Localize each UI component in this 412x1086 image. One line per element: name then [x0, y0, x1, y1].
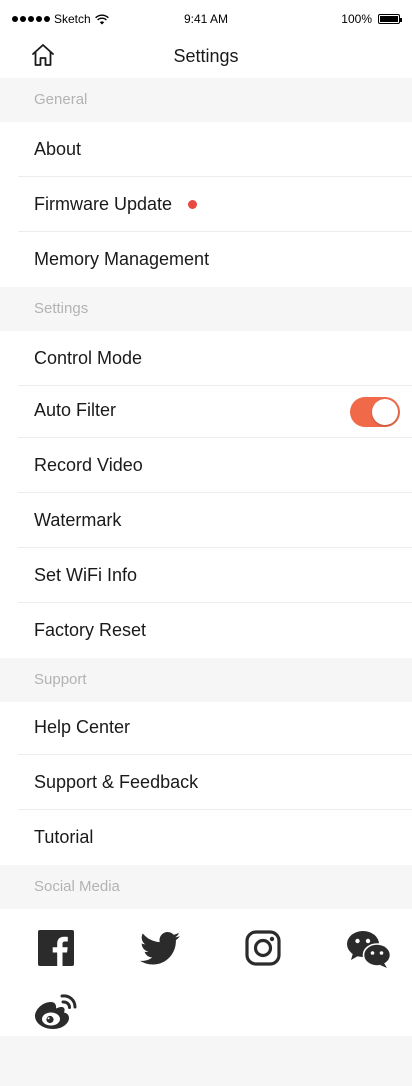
weibo-icon: [35, 994, 77, 1029]
settings-item-firmware-update[interactable]: Firmware Update: [0, 177, 412, 232]
facebook-button[interactable]: [38, 930, 74, 966]
section-header-support: Support: [0, 658, 412, 702]
twitter-button[interactable]: [140, 932, 180, 966]
page-title: Settings: [173, 46, 239, 66]
auto-filter-toggle[interactable]: [350, 397, 400, 427]
settings-screen: Sketch 9:41 AM 100% Settings General Abo…: [0, 0, 412, 1086]
section-header-settings: Settings: [0, 287, 412, 331]
settings-item-watermark[interactable]: Watermark: [0, 493, 412, 548]
settings-item-record-video[interactable]: Record Video: [0, 438, 412, 493]
settings-item-set-wifi-info[interactable]: Set WiFi Info: [0, 548, 412, 603]
settings-item-label: Control Mode: [34, 348, 143, 368]
settings-item-support-feedback[interactable]: Support & Feedback: [0, 755, 412, 810]
settings-item-label: Help Center: [34, 717, 131, 737]
settings-item-memory-management[interactable]: Memory Management: [0, 232, 412, 287]
settings-item-label: Firmware Update: [34, 194, 173, 214]
settings-item-label: Record Video: [34, 455, 143, 475]
battery-status: 100%: [341, 12, 402, 26]
nav-bar: Settings: [0, 36, 412, 76]
settings-item-auto-filter: Auto Filter: [0, 383, 412, 438]
settings-item-help-center[interactable]: Help Center: [0, 700, 412, 755]
instagram-button[interactable]: [245, 930, 281, 966]
settings-item-label: About: [34, 139, 82, 159]
facebook-icon: [38, 930, 74, 966]
settings-item-factory-reset[interactable]: Factory Reset: [0, 603, 412, 658]
settings-item-control-mode[interactable]: Control Mode: [0, 331, 412, 386]
update-badge-dot: [188, 200, 198, 209]
weibo-button[interactable]: [34, 994, 78, 1032]
settings-item-about[interactable]: About: [0, 122, 412, 177]
wechat-button[interactable]: [347, 930, 392, 968]
settings-item-label: Factory Reset: [34, 620, 147, 640]
settings-item-label: Auto Filter: [34, 400, 117, 420]
section-header-social-media: Social Media: [0, 865, 412, 909]
battery-percent: 100%: [341, 12, 372, 26]
battery-icon: [378, 14, 402, 24]
settings-item-label: Watermark: [34, 510, 122, 530]
settings-item-label: Set WiFi Info: [34, 565, 138, 585]
instagram-icon: [245, 930, 281, 966]
twitter-icon: [140, 932, 180, 965]
settings-item-label: Support & Feedback: [34, 772, 199, 792]
section-header-general: General: [0, 78, 412, 122]
settings-item-label: Tutorial: [34, 827, 94, 847]
status-bar: Sketch 9:41 AM 100%: [0, 0, 412, 40]
wechat-icon: [347, 931, 392, 968]
bottom-spacer: [0, 1036, 412, 1086]
settings-item-tutorial[interactable]: Tutorial: [0, 810, 412, 865]
settings-item-label: Memory Management: [34, 249, 210, 269]
toggle-knob: [372, 399, 398, 425]
